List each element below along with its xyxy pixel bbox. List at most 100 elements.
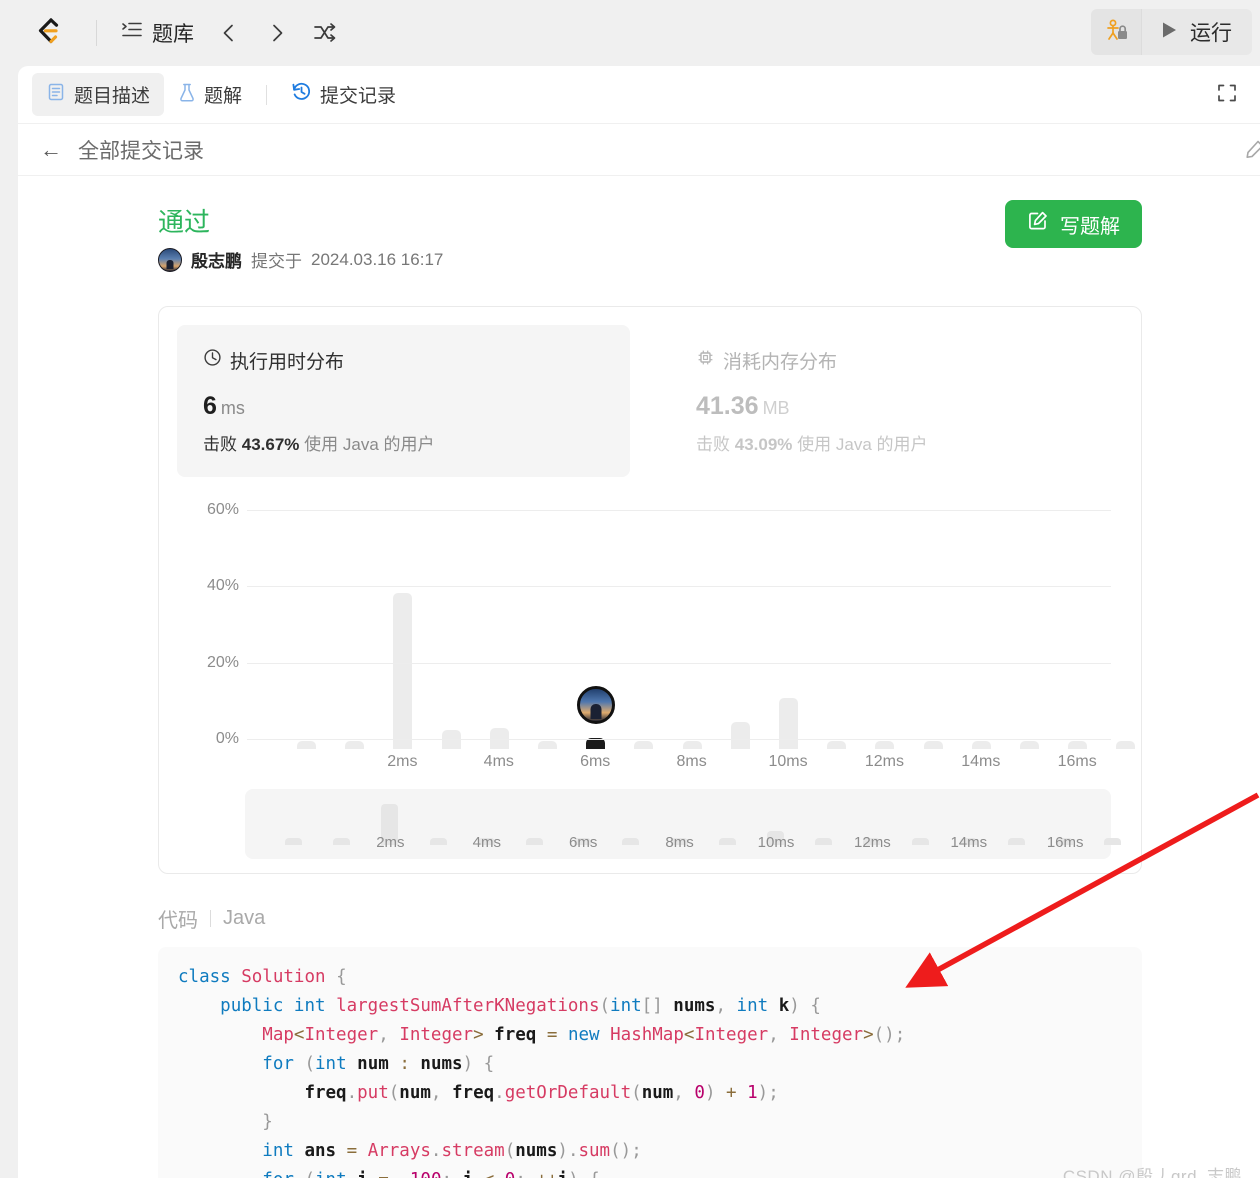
nav-group: 题库	[119, 14, 340, 52]
memory-beat-prefix: 击败	[696, 435, 730, 454]
chart-bar[interactable]	[634, 741, 654, 749]
run-button[interactable]: 运行	[1141, 9, 1252, 55]
stats-row: 执行用时分布 6 ms 击败 43.67% 使用 Java 的用户 消耗内存分布…	[177, 325, 1123, 477]
brush-tick-label: 6ms	[569, 834, 598, 851]
chart-bar[interactable]	[875, 741, 895, 749]
submission-panel: 题目描述 题解 提交记录 ← 全部提交记录 通过 殷志鹏 提交于 2024.03…	[18, 66, 1260, 1178]
chart-bar[interactable]	[682, 741, 702, 749]
flask-icon	[178, 82, 196, 108]
brush-bar	[1104, 838, 1122, 845]
submission-result: 通过 殷志鹏 提交于 2024.03.16 16:17	[158, 202, 443, 272]
prev-problem-button[interactable]	[214, 18, 244, 48]
chart-bar[interactable]	[827, 741, 847, 749]
runtime-stat[interactable]: 执行用时分布 6 ms 击败 43.67% 使用 Java 的用户	[177, 325, 630, 477]
chart-bar[interactable]	[393, 592, 413, 749]
x-axis-tick: 12ms	[864, 753, 904, 770]
chart-bar[interactable]	[538, 741, 557, 749]
submission-result-row: 通过 殷志鹏 提交于 2024.03.16 16:17 写题解	[18, 200, 1260, 272]
brush-bar	[911, 838, 929, 845]
y-axis-tick: 60%	[206, 501, 239, 519]
tab-bar: 题目描述 题解 提交记录	[18, 66, 1260, 124]
y-axis-tick: 20%	[206, 653, 239, 671]
next-problem-button[interactable]	[262, 18, 292, 48]
submitted-timestamp: 2024.03.16 16:17	[311, 249, 444, 269]
runtime-value-row: 6 ms	[203, 392, 604, 421]
problem-list-icon	[121, 19, 143, 47]
brush-tick-label: 2ms	[376, 834, 405, 851]
code-block[interactable]: class Solution { public int largestSumAf…	[158, 947, 1142, 1178]
memory-stat[interactable]: 消耗内存分布 41.36 MB 击败 43.09% 使用 Java 的用户	[670, 325, 1123, 477]
chart-bar[interactable]	[1020, 741, 1039, 749]
code-section-header: 代码 Java	[158, 904, 1260, 933]
x-axis-tick: 14ms	[961, 753, 1001, 770]
shuffle-button[interactable]	[310, 18, 340, 48]
debug-locked-button[interactable]	[1091, 9, 1141, 55]
runtime-distribution-chart: 0% 20% 40% 60% 2ms 4ms 6ms 8ms 10ms 12ms 14ms 16ms	[177, 491, 1136, 781]
tab-solutions-label: 题解	[204, 86, 243, 107]
tab-submissions[interactable]: 提交记录	[277, 73, 410, 116]
tab-separator	[266, 84, 268, 105]
nav-problem-list-label: 题库	[152, 23, 194, 46]
back-bar: ← 全部提交记录	[18, 124, 1260, 176]
brush-bar	[1008, 838, 1025, 845]
write-solution-button[interactable]: 写题解	[1005, 200, 1142, 248]
memory-beat-percent: 43.09%	[734, 435, 793, 454]
chart-bar[interactable]	[1116, 741, 1136, 749]
brush-tick-label: 16ms	[1046, 834, 1084, 851]
code-language: Java	[223, 907, 266, 929]
code-label: 代码	[158, 910, 198, 932]
brush-tick-label: 14ms	[950, 834, 988, 851]
chart-brush[interactable]: 2ms 4ms 6ms 8ms 10ms 12ms 14ms 16ms	[245, 789, 1122, 859]
runtime-beat-prefix: 击败	[203, 435, 237, 454]
submitter-name[interactable]: 殷志鹏	[191, 247, 242, 272]
brush-bar	[526, 838, 543, 845]
chart-bar[interactable]	[345, 741, 365, 749]
chart-bar[interactable]	[1068, 741, 1088, 749]
submission-content: 通过 殷志鹏 提交于 2024.03.16 16:17 写题解 执行用时分布 6…	[18, 176, 1260, 1178]
chart-bar[interactable]	[779, 697, 798, 749]
x-axis-tick: 8ms	[676, 753, 707, 770]
tab-solutions[interactable]: 题解	[164, 73, 256, 116]
chart-bar[interactable]	[971, 741, 991, 749]
edit-square-icon	[1027, 210, 1049, 238]
chart-bars	[247, 501, 1136, 749]
all-submissions-title[interactable]: 全部提交记录	[78, 135, 204, 165]
nav-problem-list[interactable]: 题库	[119, 14, 196, 52]
x-axis-tick: 16ms	[1057, 753, 1097, 770]
tab-submissions-label: 提交记录	[320, 86, 397, 107]
chart-x-axis: 2ms 4ms 6ms 8ms 10ms 12ms 14ms 16ms	[247, 753, 1111, 779]
topbar-right-actions: 运行	[1091, 9, 1252, 55]
user-avatar	[158, 247, 182, 272]
memory-beat: 击败 43.09% 使用 Java 的用户	[696, 430, 1097, 455]
runtime-stat-header: 执行用时分布	[203, 347, 604, 374]
edit-pencil-icon[interactable]	[1244, 138, 1260, 166]
memory-stat-header: 消耗内存分布	[696, 347, 1097, 374]
brush-tick-label: 4ms	[472, 834, 501, 851]
chart-bar[interactable]	[730, 722, 750, 749]
chart-bar[interactable]	[923, 741, 943, 749]
fullscreen-button[interactable]	[1212, 80, 1242, 110]
top-navigation-bar: 题库 运行	[0, 0, 1260, 66]
stats-card: 执行用时分布 6 ms 击败 43.67% 使用 Java 的用户 消耗内存分布…	[158, 306, 1142, 874]
code-content: class Solution { public int largestSumAf…	[178, 967, 906, 1178]
verdict-status: 通过	[158, 207, 211, 237]
memory-value-row: 41.36 MB	[696, 392, 1097, 421]
write-solution-label: 写题解	[1060, 215, 1120, 238]
tab-problem-description[interactable]: 题目描述	[32, 73, 165, 116]
run-button-label: 运行	[1190, 22, 1232, 45]
brush-tick-label: 8ms	[665, 834, 694, 851]
fullscreen-icon	[1216, 82, 1238, 109]
chart-bar[interactable]	[297, 741, 316, 749]
runtime-beat-suffix: 使用 Java 的用户	[304, 435, 435, 454]
chart-gridline	[247, 662, 1111, 664]
leetcode-logo[interactable]	[0, 13, 96, 54]
leetcode-logo-icon	[30, 13, 66, 54]
y-axis-tick: 40%	[206, 577, 239, 595]
play-icon	[1158, 19, 1180, 46]
y-axis-tick: 0%	[215, 730, 239, 747]
chart-plot	[247, 491, 1136, 749]
brush-bar	[429, 838, 447, 845]
arrow-left-icon[interactable]: ←	[40, 138, 62, 161]
csdn-watermark: CSDN @殷丿grd_志鹏	[1062, 1167, 1242, 1178]
chart-gridline	[247, 739, 1111, 740]
